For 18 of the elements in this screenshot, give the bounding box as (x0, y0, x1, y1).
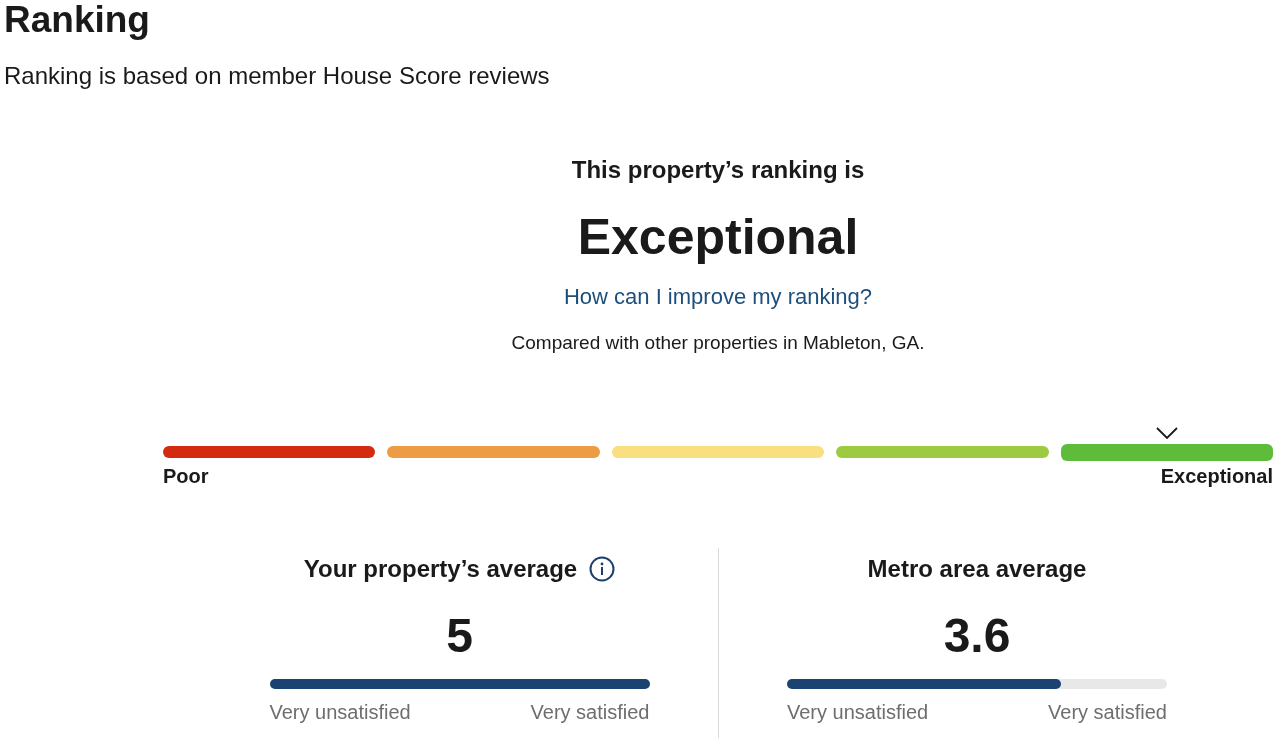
rating-high-label: Very satisfied (1048, 700, 1167, 725)
page-title: Ranking (4, 0, 151, 40)
subtitle-text: Ranking is based on member House Score reviews (4, 61, 551, 91)
scale-low-label: Poor (163, 464, 209, 489)
rating-high-label: Very satisfied (530, 700, 650, 725)
panel-title: Metro area average (867, 554, 1087, 584)
chevron-icon (1155, 426, 1178, 439)
rating-low-label: Very unsatisfied (787, 700, 929, 725)
scale-high-label: Exceptional (1160, 464, 1273, 489)
comparison-text: Compared with other properties in Mableton, GA. (511, 331, 925, 355)
info-icon[interactable] (589, 556, 616, 582)
average-value: 5 (446, 608, 473, 664)
ranking-intro-text: This property’s ranking is (571, 155, 865, 185)
improve-ranking-link[interactable]: How can I improve my ranking? (563, 281, 873, 313)
panel-title: Your property’s average (303, 554, 578, 584)
rating-low-label: Very unsatisfied (269, 700, 411, 725)
average-value: 3.6 (943, 608, 1011, 664)
ranking-value: Exceptional (577, 208, 859, 267)
